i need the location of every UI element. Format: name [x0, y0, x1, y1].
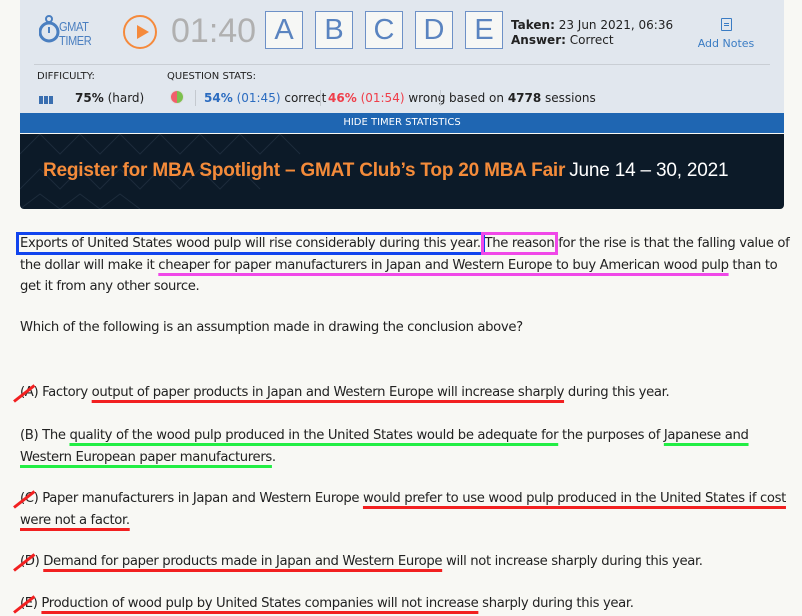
option-d[interactable]: (D) Demand for paper products made in Ja… — [13, 551, 790, 573]
option-letter: (C) — [13, 488, 39, 510]
timer-display: 01:40 — [171, 12, 257, 50]
premise-underline: cheaper for paper manufacturers in Japan… — [158, 257, 729, 273]
banner-text: Register for MBA Spotlight – GMAT Club’s… — [43, 160, 729, 182]
taken-value: 23 Jun 2021, 06:36 — [558, 18, 674, 32]
difficulty-level: (hard) — [107, 91, 145, 105]
option-text: the purposes of — [558, 428, 664, 443]
question-stats-label: QUESTION STATS: — [167, 71, 257, 82]
answer-button-a[interactable]: A — [265, 11, 303, 49]
sessions-count: 4778 — [507, 91, 542, 105]
correct-pct: 54% — [204, 91, 233, 105]
based-on-prefix: based on — [449, 91, 504, 105]
answer-button-b[interactable]: B — [315, 11, 353, 49]
note-icon — [720, 18, 732, 31]
option-underline: output of paper products in Japan and We… — [91, 385, 565, 400]
option-text: Factory — [38, 385, 92, 400]
option-c[interactable]: (C) Paper manufacturers in Japan and Wes… — [13, 488, 790, 531]
sessions-stat: based on 4778 sessions — [449, 91, 596, 105]
option-letter: (B) — [20, 428, 39, 443]
separator — [195, 90, 196, 106]
session-info: Taken: 23 Jun 2021, 06:36 Answer: Correc… — [511, 18, 673, 48]
wrong-pct: 46% — [328, 91, 357, 105]
stats-row: DIFFICULTY: QUESTION STATS: 75% (hard) 5… — [20, 66, 784, 113]
gmat-timer-logo: GMAT TIMER — [39, 14, 99, 54]
option-text: sharply during this year. — [478, 596, 634, 611]
answer-label: Answer: — [511, 33, 566, 47]
add-notes-label: Add Notes — [697, 37, 755, 50]
sessions-label: sessions — [545, 91, 596, 105]
banner-headline: Register for MBA Spotlight – GMAT Club’s… — [43, 160, 566, 181]
option-text: Paper manufacturers in Japan and Western… — [38, 491, 363, 506]
wrong-time: (01:54) — [360, 91, 405, 105]
option-text: . — [271, 449, 276, 465]
conclusion-highlight: Exports of United States wood pulp will … — [16, 232, 485, 255]
answer-button-e[interactable]: E — [465, 11, 503, 49]
play-button[interactable] — [123, 15, 157, 49]
gmat-timer-panel: GMAT TIMER 01:40 A B C D E Taken: 23 Jun… — [20, 0, 784, 133]
option-letter: (E) — [13, 593, 38, 615]
option-underline: Demand for paper products made in Japan … — [43, 554, 443, 569]
option-a[interactable]: (A) Factory output of paper products in … — [13, 382, 790, 404]
hide-timer-statistics-button[interactable]: HIDE TIMER STATISTICS — [20, 113, 784, 133]
option-text: during this year. — [564, 385, 670, 400]
answer-button-c[interactable]: C — [365, 11, 403, 49]
option-e[interactable]: (E) Production of wood pulp by United St… — [13, 593, 790, 615]
mba-spotlight-banner[interactable]: Register for MBA Spotlight – GMAT Club’s… — [20, 134, 784, 209]
correct-time: (01:45) — [236, 91, 281, 105]
option-letter: (D) — [13, 551, 40, 573]
taken-label: Taken: — [511, 18, 555, 32]
separator — [320, 90, 321, 106]
correct-stat: 54% (01:45) correct — [204, 91, 326, 105]
question-stem: Which of the following is an assumption … — [20, 320, 523, 335]
logo-line-1: GMAT — [59, 19, 89, 34]
wrong-stat: 46% (01:54) wrong — [328, 91, 445, 105]
stats-pie-icon — [170, 90, 184, 104]
add-notes-button[interactable]: Add Notes — [696, 18, 756, 50]
separator — [440, 90, 441, 106]
difficulty-label: DIFFICULTY: — [37, 71, 95, 82]
stopwatch-icon — [39, 15, 60, 43]
option-underline: Production of wood pulp by United States… — [41, 596, 479, 611]
option-underline: quality of the wood pulp produced in the… — [69, 428, 559, 443]
answer-button-d[interactable]: D — [415, 11, 453, 49]
reason-highlight: The reason — [480, 232, 559, 255]
option-text: The — [38, 428, 70, 443]
passage: Exports of United States wood pulp will … — [16, 232, 790, 298]
option-text: will not increase sharply during this ye… — [442, 554, 703, 569]
difficulty-pct: 75% — [75, 91, 104, 105]
banner-dates: June 14 – 30, 2021 — [569, 160, 729, 181]
passage-text: Exports of United States wood pulp will … — [16, 232, 790, 298]
logo-line-2: TIMER — [59, 33, 92, 48]
difficulty-bars-icon — [39, 94, 55, 104]
difficulty-value: 75% (hard) — [75, 91, 144, 105]
divider — [34, 64, 770, 65]
timer-top-row: GMAT TIMER 01:40 A B C D E Taken: 23 Jun… — [20, 0, 784, 64]
option-letter: (A) — [13, 382, 39, 404]
option-b[interactable]: (B) The quality of the wood pulp produce… — [20, 425, 790, 468]
answer-value: Correct — [569, 33, 614, 47]
